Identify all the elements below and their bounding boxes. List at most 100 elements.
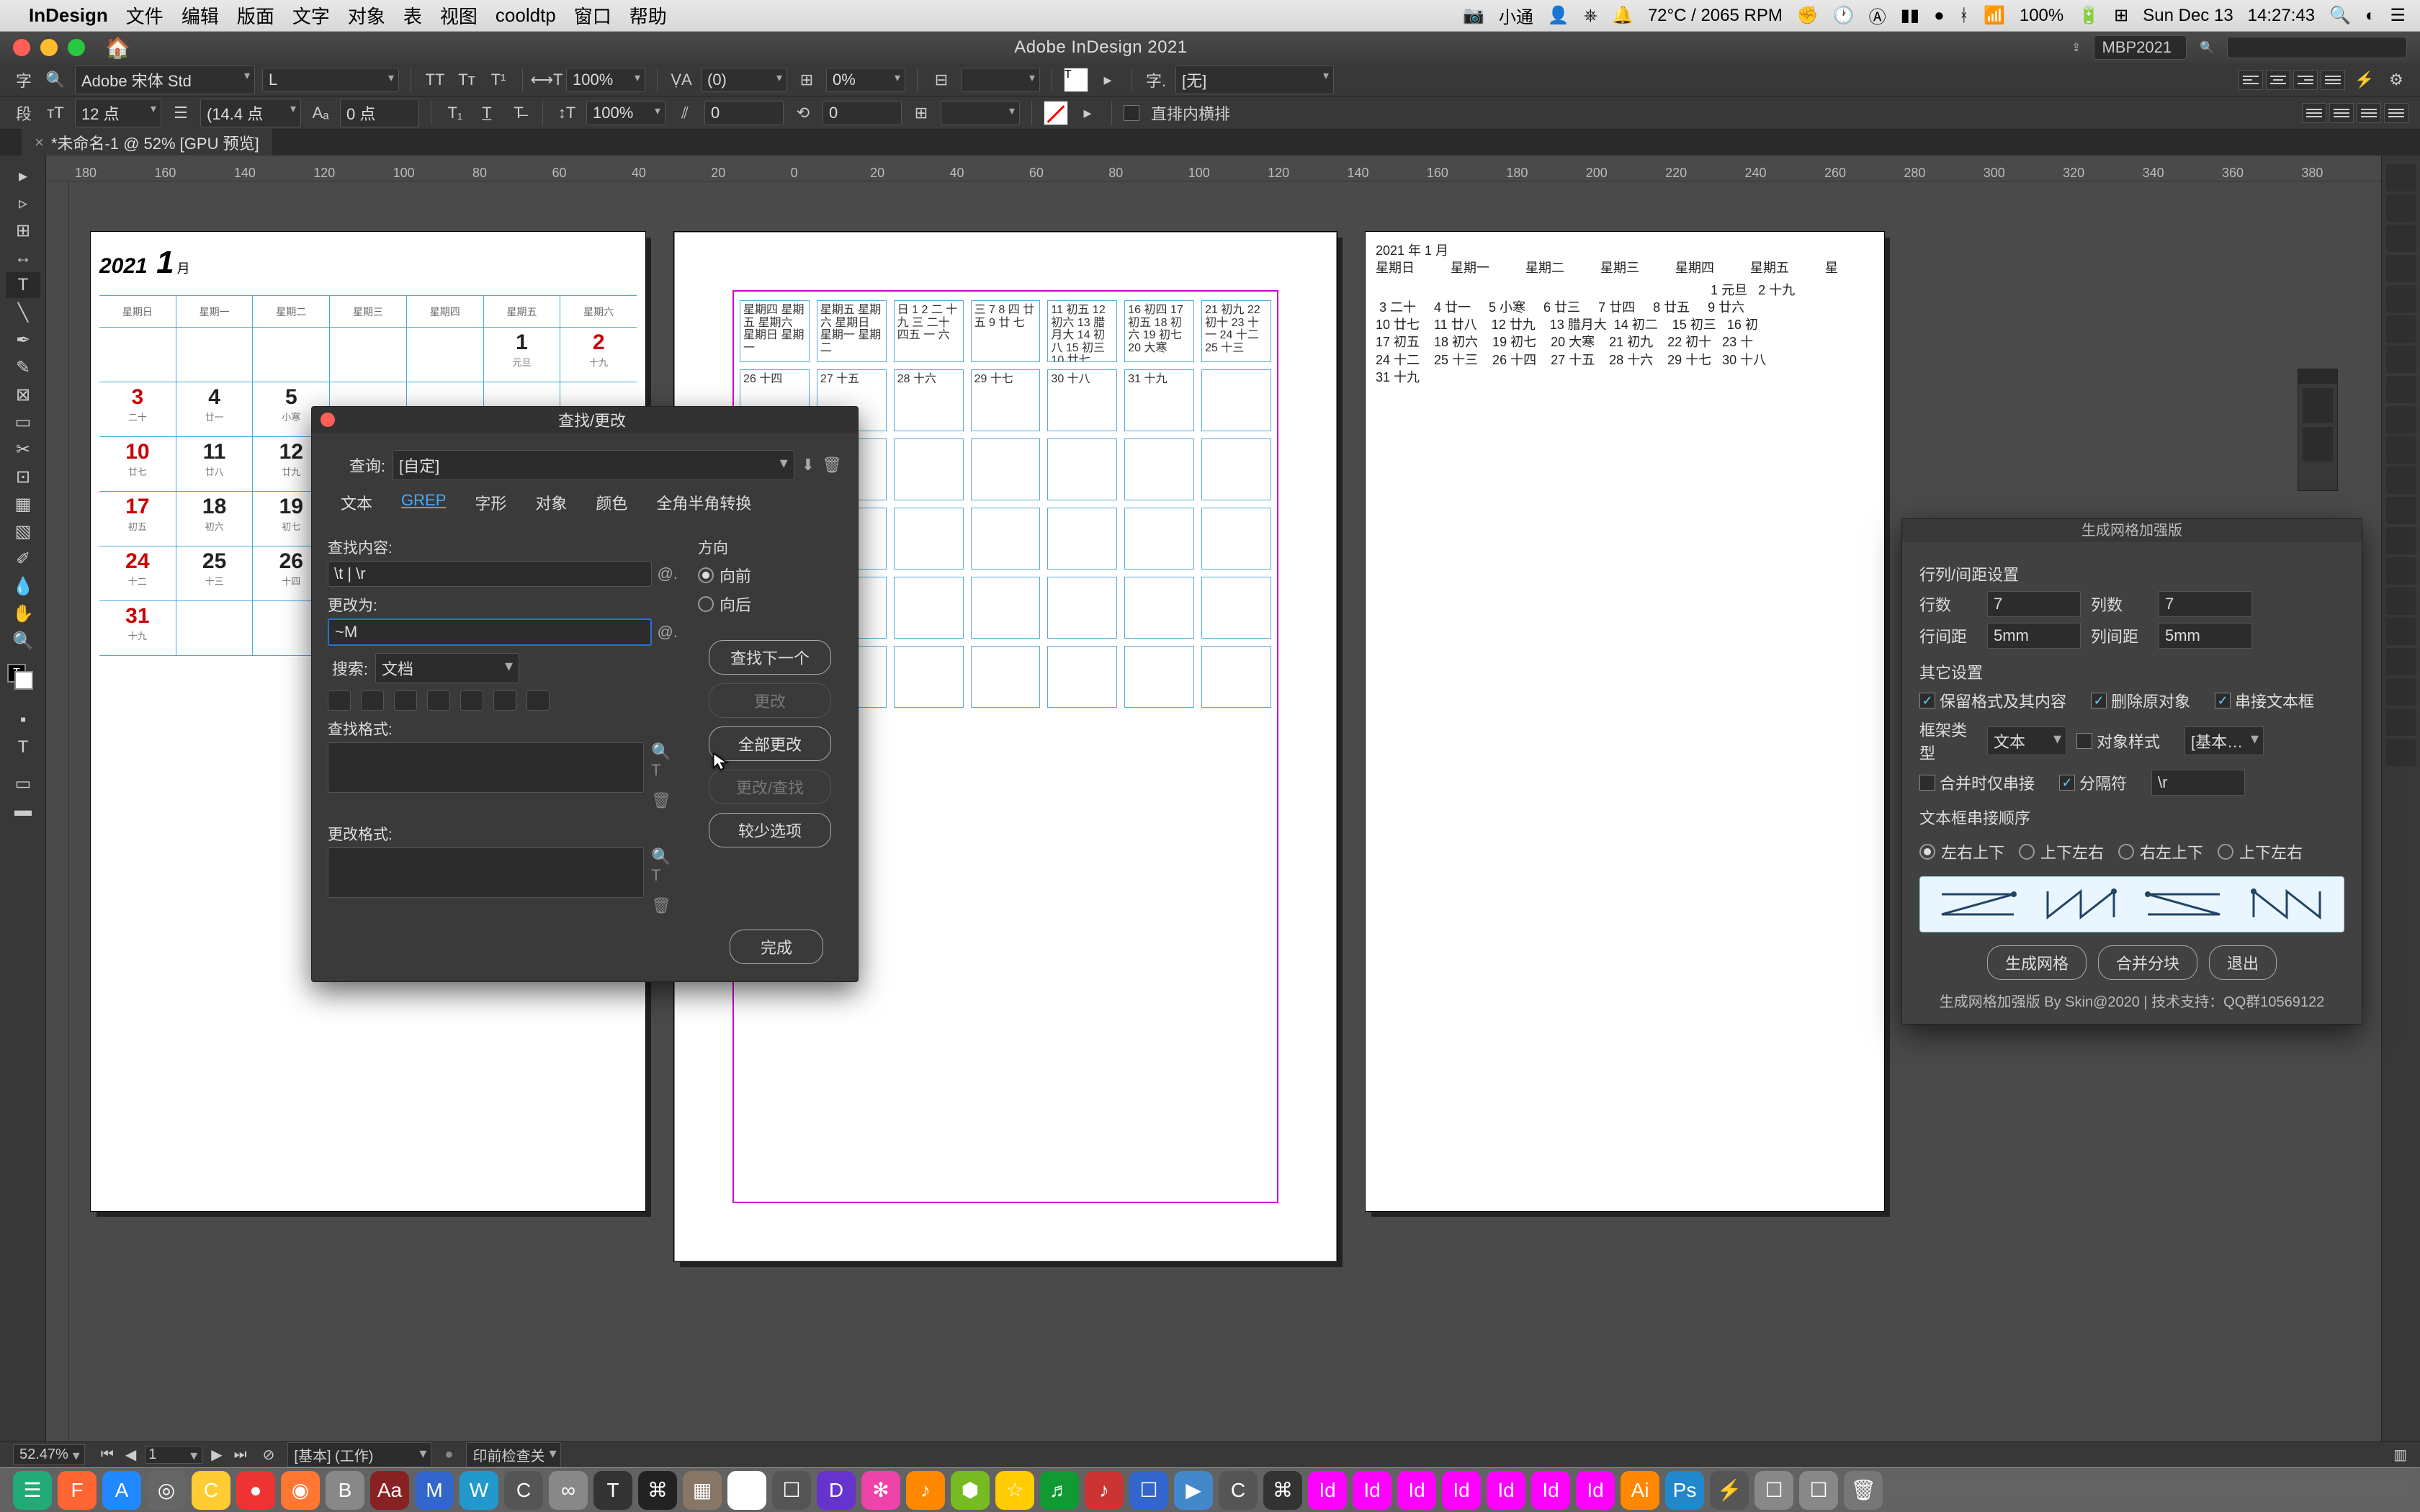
find-next-button[interactable]: 查找下一个 (709, 640, 831, 675)
fontsize-input[interactable]: 12 点 (75, 99, 161, 127)
dock-app[interactable]: ☐ (1799, 1471, 1838, 1510)
valign-bottom-button[interactable] (2357, 103, 2381, 123)
menu-file[interactable]: 文件 (126, 2, 163, 29)
dock-app[interactable]: W (460, 1471, 498, 1510)
dock-app[interactable]: ☆ (995, 1471, 1034, 1510)
hand-icon[interactable]: ✊ (1797, 5, 1819, 26)
superscript-icon[interactable]: T¹ (486, 69, 511, 91)
dock-app[interactable]: C (192, 1471, 230, 1510)
baseline-input[interactable]: 0 点 (340, 99, 419, 127)
clear-find-format-icon[interactable]: 🗑 (651, 791, 678, 810)
subscript-icon[interactable]: T₁ (443, 102, 467, 124)
dock-app[interactable]: Id (1442, 1471, 1481, 1510)
dock-app[interactable]: M (415, 1471, 454, 1510)
first-page-icon[interactable]: ⏮ (98, 1446, 117, 1463)
tracking-icon[interactable]: ⊞ (794, 69, 819, 91)
dock-app[interactable]: F (58, 1471, 97, 1510)
panel-layers-icon[interactable] (2386, 194, 2416, 222)
gradient-swatch-tool[interactable]: ▦ (6, 491, 40, 517)
dock-app[interactable]: ☐ (1129, 1471, 1168, 1510)
menu-window[interactable]: 窗口 (574, 2, 611, 29)
share-icon[interactable]: ⇪ (2071, 40, 2081, 55)
dock-app[interactable]: ▶ (1174, 1471, 1213, 1510)
pencil-tool[interactable]: ✎ (6, 354, 40, 380)
panel-effects-icon[interactable] (2386, 497, 2416, 524)
panel-script-icon[interactable] (2386, 678, 2416, 706)
allcaps-icon[interactable]: TT (423, 69, 447, 91)
fan-icon[interactable]: ⎈ (1584, 6, 1597, 26)
tab-grep[interactable]: GREP (388, 487, 459, 518)
gg-chk-del[interactable]: 删除原对象 (2091, 689, 2190, 712)
type-tool[interactable]: T (6, 272, 40, 298)
menu-object[interactable]: 对象 (348, 2, 385, 29)
dock-app[interactable]: T (593, 1471, 632, 1510)
selection-tool[interactable]: ▸ (6, 163, 40, 189)
help-search-input[interactable] (2227, 37, 2407, 58)
next-page-icon[interactable]: ▶ (208, 1446, 225, 1464)
font-family-dropdown[interactable]: Adobe 宋体 Std (75, 66, 255, 94)
panel-info-icon[interactable] (2386, 708, 2416, 736)
app-name[interactable]: InDesign (29, 4, 108, 27)
dock-app[interactable]: ⬢ (951, 1471, 990, 1510)
collapsed-panel-item[interactable] (2303, 427, 2333, 462)
document-tab[interactable]: × *未命名-1 @ 52% [GPU 预览] (22, 127, 272, 158)
delete-query-icon[interactable]: 🗑 (822, 456, 842, 474)
align-justify-button[interactable] (2321, 70, 2345, 90)
opt-kana-icon[interactable] (493, 690, 516, 711)
opt-master-pages-icon[interactable] (427, 690, 450, 711)
prev-page-icon[interactable]: ◀ (122, 1446, 139, 1464)
stroke-swatch[interactable] (1044, 101, 1068, 125)
dock-app[interactable]: ▦ (683, 1471, 722, 1510)
opt-width-icon[interactable] (526, 690, 550, 711)
menu-edit[interactable]: 编辑 (182, 2, 219, 29)
change-find-button[interactable]: 更改/查找 (709, 770, 831, 804)
dock-app[interactable]: ⌘ (638, 1471, 677, 1510)
line-tool[interactable]: ╲ (6, 300, 40, 325)
panel-textwrap-icon[interactable] (2386, 527, 2416, 554)
find-format-box[interactable] (328, 742, 644, 793)
panel-links-icon[interactable] (2386, 225, 2416, 252)
tab-text[interactable]: 文本 (328, 487, 385, 518)
opt-footnotes-icon[interactable] (460, 690, 483, 711)
page-tool[interactable]: ⊞ (6, 217, 40, 243)
panel-paragraphstyles-icon[interactable] (2386, 436, 2416, 464)
siri-icon[interactable]: ◐ (2365, 6, 2376, 26)
gg-order-2[interactable]: 上下左右 (2019, 840, 2104, 863)
tab-object[interactable]: 对象 (522, 487, 580, 518)
control-center-icon[interactable]: ☰ (2390, 5, 2406, 26)
language-dropdown[interactable] (961, 68, 1040, 92)
gg-chk-sep[interactable]: 分隔符 (2059, 771, 2127, 794)
grid-gen-title[interactable]: 生成网格加强版 (1902, 519, 2362, 542)
bell-icon[interactable]: 🔔 (1612, 5, 1634, 26)
dock-app[interactable]: D (817, 1471, 856, 1510)
dock-app[interactable]: ⚡ (1710, 1471, 1749, 1510)
preflight-profile[interactable]: [基本] (工作) (287, 1442, 431, 1467)
kerning-input[interactable]: (0) (701, 68, 787, 92)
a-icon[interactable]: Ⓐ (1869, 3, 1886, 28)
fill-swatch[interactable]: T (1064, 68, 1088, 92)
last-page-icon[interactable]: ⏭ (231, 1446, 250, 1463)
gg-rows-input[interactable] (1987, 591, 2081, 617)
para-format-icon[interactable]: 段 (12, 102, 36, 124)
eyedropper-tool[interactable]: 💧 (6, 573, 40, 599)
gg-chk-mergeonly[interactable]: 合并时仅串接 (1919, 771, 2035, 794)
opt-locked-stories-icon[interactable] (361, 690, 384, 711)
change-button[interactable]: 更改 (709, 683, 831, 718)
grid-generator-panel[interactable]: 生成网格加强版 行列/间距设置 行数 列数 行间距 列间距 其它设置 保留格式及… (1901, 518, 2362, 1025)
quick-apply-icon[interactable]: ⚡ (2352, 69, 2377, 91)
leading-input[interactable]: (14.4 点 (200, 99, 301, 127)
search-icon[interactable]: 🔍 (2200, 40, 2214, 55)
menubar-time[interactable]: 14:27:43 (2248, 6, 2315, 26)
change-special-icon[interactable]: @. (658, 623, 678, 642)
find-what-input[interactable] (328, 561, 652, 587)
panel-pages-icon[interactable] (2386, 164, 2416, 192)
fewer-options-button[interactable]: 较少选项 (709, 813, 831, 847)
gg-order-4[interactable]: 上下左右 (2218, 840, 2303, 863)
dock-app[interactable]: ✻ (861, 1471, 900, 1510)
vertical-ruler[interactable] (46, 181, 69, 1467)
preflight-off-icon[interactable]: ⊘ (263, 1446, 275, 1464)
hscale-icon[interactable]: ⟷T (534, 69, 559, 91)
gg-generate-button[interactable]: 生成网格 (1987, 945, 2087, 980)
dock-app[interactable]: ☐ (1754, 1471, 1793, 1510)
panel-align-icon[interactable] (2386, 557, 2416, 585)
